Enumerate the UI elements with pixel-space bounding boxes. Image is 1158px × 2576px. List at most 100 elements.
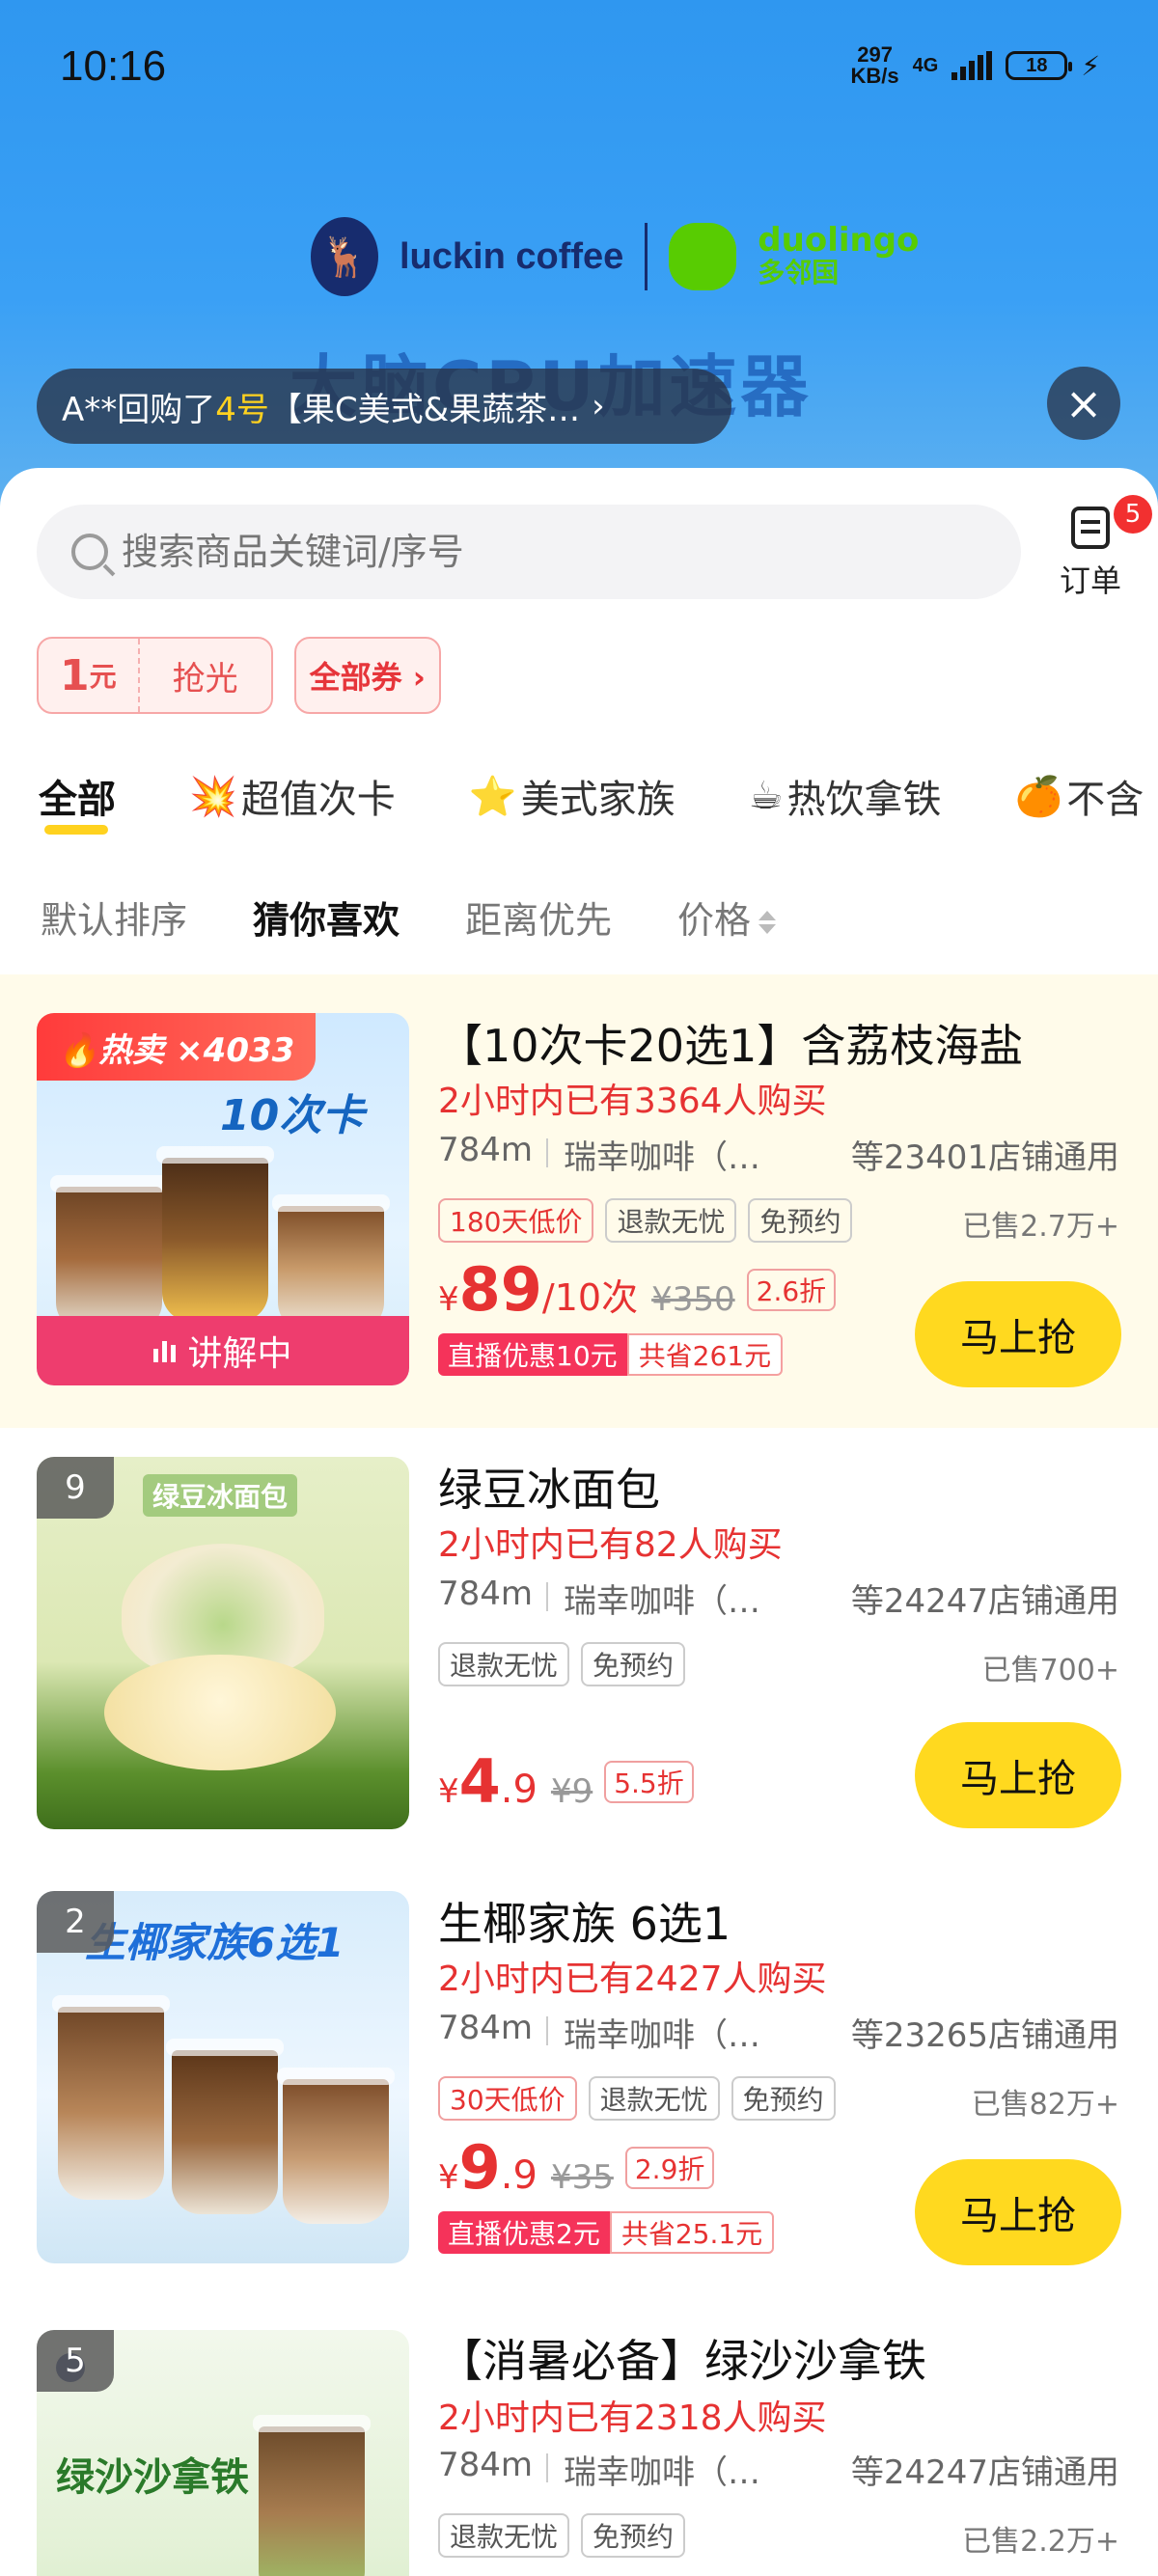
tab-value-cards[interactable]: 💥 超值次卡 <box>152 757 432 835</box>
product-store: 784m 瑞幸咖啡（… 等24247店铺通用 <box>438 2446 1119 2492</box>
coffee-cup-image <box>50 1175 168 1331</box>
product-image: 绿豆冰面包 9 <box>37 1457 409 1829</box>
product-card[interactable]: 生椰家族6选1 2 生椰家族 6选1 2小时内已有2427人购买 784m 瑞幸… <box>0 1862 1158 2301</box>
tab-hot-latte[interactable]: ☕ 热饮拿铁 <box>712 757 979 835</box>
coupon-amount: 1元 <box>39 639 140 712</box>
orders-label: 订单 <box>1059 562 1121 599</box>
product-image: 生椰家族6选1 2 <box>37 1891 409 2263</box>
logo-divider <box>645 223 648 290</box>
product-title: 生椰家族 6选1 <box>438 1898 731 1950</box>
orders-button[interactable]: 5 订单 <box>1052 495 1152 601</box>
product-store: 784m 瑞幸咖啡（… 等23265店铺通用 <box>438 2009 1119 2055</box>
category-tabs: 全部 💥 超值次卡 ⭐ 美式家族 ☕ 热饮拿铁 🍊 不含 <box>0 757 1158 844</box>
product-tags: 退款无忧 免预约 <box>438 2513 686 2558</box>
bread-image <box>104 1655 336 1770</box>
ticker-highlight: 4号 <box>215 390 269 429</box>
rank-badge: 9 <box>37 1457 114 1519</box>
tab-all[interactable]: 全部 <box>0 757 152 835</box>
status-indicators: 297 KB/s 4G 18 ⚡ <box>851 44 1100 87</box>
product-card[interactable]: 绿豆冰面包 9 绿豆冰面包 2小时内已有82人购买 784m 瑞幸咖啡（… 等2… <box>0 1428 1158 1862</box>
product-title: 【10次卡20选1】含荔枝海盐 <box>438 1020 1024 1072</box>
luckin-logo-icon: 🦌 <box>311 217 378 296</box>
chevron-right-icon: › <box>592 387 605 425</box>
duolingo-logo-icon <box>669 223 737 290</box>
coffee-cup-image <box>156 1146 274 1322</box>
active-tab-underline <box>44 825 108 835</box>
product-store: 784m 瑞幸咖啡（… 等24247店铺通用 <box>438 1575 1119 1621</box>
image-caption: 生椰家族6选1 <box>85 1919 345 1966</box>
coffee-cup-image <box>166 2039 284 2214</box>
battery-icon: 18 <box>1006 51 1073 80</box>
status-bar: 10:16 297 KB/s 4G 18 ⚡ <box>0 0 1158 135</box>
orange-icon: 🍊 <box>1014 774 1063 819</box>
rank-badge: 5 <box>37 2330 114 2392</box>
product-sold: 已售2.2万+ <box>962 2525 1119 2559</box>
buy-now-button[interactable]: 马上抢 <box>915 1722 1121 1828</box>
boom-icon: 💥 <box>189 774 237 819</box>
image-caption: 绿豆冰面包 <box>143 1474 298 1517</box>
live-promo: 直播优惠2元 共省25.1元 <box>438 2211 775 2254</box>
product-sales: 2小时内已有82人购买 <box>438 1525 783 1565</box>
promo-banner: 10:16 297 KB/s 4G 18 ⚡ 🦌 luckin coffee d… <box>0 0 1158 540</box>
live-promo: 直播优惠10元 共省261元 <box>438 1333 784 1376</box>
image-caption: 绿沙沙拿铁 <box>56 2455 249 2500</box>
purchase-ticker[interactable]: A**回购了 4号 【果C美式&果蔬茶… › <box>37 369 731 444</box>
product-sales: 2小时内已有2318人购买 <box>438 2398 827 2438</box>
product-image: 绿沙沙拿铁 5 <box>37 2330 409 2576</box>
coffee-cup-image <box>277 2068 395 2224</box>
image-caption: 10次卡 <box>220 1091 365 1140</box>
star-icon: ⭐ <box>468 774 517 819</box>
buy-now-button[interactable]: 马上抢 <box>915 2159 1121 2265</box>
product-sold: 已售700+ <box>981 1654 1119 1687</box>
network-type: 4G <box>912 54 939 76</box>
duolingo-logo-text: duolingo 多邻国 <box>758 221 920 288</box>
coupon-action: 抢光 <box>172 659 238 699</box>
cobrand-logos: 🦌 luckin coffee duolingo 多邻国 <box>311 217 919 296</box>
sort-arrows-icon <box>758 911 777 934</box>
product-sales: 2小时内已有3364人购买 <box>438 1082 827 1121</box>
sort-default[interactable]: 默认排序 <box>41 891 187 944</box>
tab-americano[interactable]: ⭐ 美式家族 <box>432 757 712 835</box>
close-icon[interactable]: × <box>1047 367 1120 440</box>
product-title: 【消暑必备】绿沙沙拿铁 <box>438 2335 926 2387</box>
live-bars-icon <box>153 1339 177 1362</box>
coupon-1yuan[interactable]: 1元 抢光 <box>37 637 273 714</box>
product-title: 绿豆冰面包 <box>438 1464 660 1516</box>
product-card[interactable]: 10次卡 🔥热卖 ×4033 讲解中 【10次卡20选1】含荔枝海盐 2小时内已… <box>0 974 1158 1428</box>
product-price: ¥ 9 .9 ¥35 2.9折 <box>438 2132 715 2203</box>
hot-cup-icon: ☕ <box>748 774 784 818</box>
coffee-cup-image <box>253 2415 371 2576</box>
buy-now-button[interactable]: 马上抢 <box>915 1281 1121 1387</box>
all-coupons-button[interactable]: 全部券 › <box>293 637 441 714</box>
sort-price[interactable]: 价格 <box>677 891 777 944</box>
search-icon <box>71 534 108 570</box>
coupon-row: 1元 抢光 全部券 › <box>37 637 441 714</box>
luckin-logo-text: luckin coffee <box>400 235 624 277</box>
product-sold: 已售82万+ <box>971 2088 1119 2122</box>
product-tags: 30天低价 退款无忧 免预约 <box>438 2076 836 2121</box>
tab-no-coffee[interactable]: 🍊 不含 <box>978 757 1158 835</box>
status-time: 10:16 <box>60 42 167 90</box>
hot-sale-badge: 🔥热卖 ×4033 <box>37 1013 317 1081</box>
product-store: 784m 瑞幸咖啡（… 等23401店铺通用 <box>438 1131 1119 1177</box>
sort-bar: 默认排序 猜你喜欢 距离优先 价格 <box>0 859 1158 974</box>
charging-icon: ⚡ <box>1081 49 1100 82</box>
product-sales: 2小时内已有2427人购买 <box>438 1959 827 1999</box>
product-tags: 180天低价 退款无忧 免预约 <box>438 1198 853 1243</box>
product-card[interactable]: 绿沙沙拿铁 5 【消暑必备】绿沙沙拿铁 2小时内已有2318人购买 784m 瑞… <box>0 2301 1158 2576</box>
orders-icon: 5 <box>1071 495 1152 549</box>
product-sold: 已售2.7万+ <box>962 1210 1119 1244</box>
sort-distance[interactable]: 距离优先 <box>465 891 612 944</box>
product-price: ¥ 89 /10次 ¥350 2.6折 <box>438 1254 837 1325</box>
sort-recommended[interactable]: 猜你喜欢 <box>253 891 400 944</box>
live-explaining-badge: 讲解中 <box>37 1316 409 1385</box>
search-bar[interactable] <box>37 505 1021 599</box>
network-speed: 297 KB/s <box>850 42 899 88</box>
search-input[interactable] <box>122 531 990 573</box>
coffee-cup-image <box>272 1194 390 1331</box>
product-image: 10次卡 🔥热卖 ×4033 讲解中 <box>37 1013 409 1385</box>
product-price: ¥ 4 .9 ¥9 5.5折 <box>438 1746 694 1817</box>
coffee-cup-image <box>52 1995 170 2200</box>
product-tags: 退款无忧 免预约 <box>438 1642 686 1686</box>
signal-icon <box>951 51 993 80</box>
